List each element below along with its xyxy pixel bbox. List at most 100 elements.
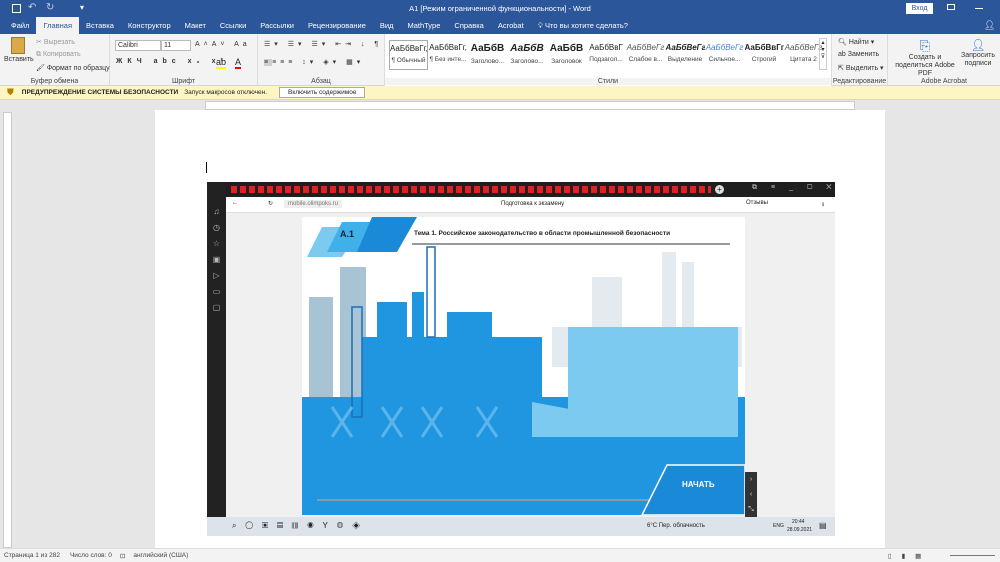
view-buttons[interactable]: ▯▮▦	[888, 552, 931, 560]
word-count[interactable]: Число слов: 0	[70, 552, 112, 559]
tab-design[interactable]: Конструктор	[121, 17, 178, 34]
style-item[interactable]: АаБбВвГг, ¶ Без инте...	[429, 40, 468, 70]
ribbon-display-icon[interactable]	[947, 4, 955, 10]
panel-icon[interactable]: ▢	[207, 300, 226, 316]
input-language[interactable]: ENG	[773, 523, 784, 529]
download-icon[interactable]: ⭳	[822, 200, 824, 210]
style-sample: АаБбВвГг,	[429, 43, 467, 52]
tab-review[interactable]: Рецензирование	[301, 17, 373, 34]
tab-help[interactable]: Справка	[447, 17, 490, 34]
style-sample: АаБбВвГ	[589, 43, 623, 52]
style-item[interactable]: АаБбВ Заголово...	[508, 40, 547, 70]
styles-scroll[interactable]: ▴ ▾ ⊽	[819, 38, 827, 70]
horizontal-ruler[interactable]	[205, 101, 855, 110]
tab-layout[interactable]: Макет	[178, 17, 213, 34]
style-item[interactable]: АаБбВ Заголово...	[468, 40, 507, 70]
language-indicator[interactable]: английский (США)	[133, 552, 188, 559]
style-name: Заголово...	[510, 58, 544, 65]
style-name: Заголово...	[470, 58, 505, 65]
copy-button[interactable]: ⧉ Копировать	[36, 51, 81, 59]
signature-icon: 👤︎	[970, 38, 986, 52]
tv-icon[interactable]: ▭	[207, 284, 226, 300]
cut-button[interactable]: ✂ Вырезать	[36, 38, 75, 46]
page-title: Подготовка к экзамену	[501, 201, 565, 207]
enable-content-button[interactable]: Включить содержимое	[279, 87, 366, 98]
vertical-ruler[interactable]	[3, 112, 12, 548]
paste-button[interactable]: Вставить	[4, 37, 34, 63]
proofing-icon[interactable]: ⊡	[120, 552, 125, 560]
taskbar: ⌕◯▣▤▥◉Y◍◈ 6°C Пер. облачность ENG 20:44 …	[207, 517, 835, 536]
style-item[interactable]: АаБбВ Заголовок	[547, 40, 586, 70]
style-item[interactable]: АаБбВеГг Цитата 2	[784, 40, 823, 70]
font-name-select[interactable]: Calibri	[115, 40, 161, 51]
back-icon[interactable]: ←	[232, 200, 238, 206]
style-item[interactable]: АаБбВеГг Выделение	[666, 40, 705, 70]
style-sample: АаБбВеГг	[665, 43, 705, 52]
bell-icon[interactable]: ♫	[207, 204, 226, 220]
tab-references[interactable]: Ссылки	[213, 17, 253, 34]
style-sample: АаБбВ	[470, 43, 505, 54]
slide-nav[interactable]: › ‹ ⤡	[745, 472, 757, 517]
find-button[interactable]: 🔍︎ Найти ▾	[838, 38, 874, 46]
star-icon[interactable]: ☆	[207, 236, 226, 252]
style-sample: АаБбВ	[510, 43, 544, 54]
tab-insert[interactable]: Вставка	[79, 17, 121, 34]
tell-me-search[interactable]: 💡︎ Что вы хотите сделать?	[531, 17, 635, 34]
tab-file[interactable]: Файл	[4, 17, 36, 34]
weather[interactable]: 6°C Пер. облачность	[647, 523, 705, 529]
zoom-slider[interactable]	[950, 555, 995, 556]
collections-icon[interactable]: ▣	[207, 252, 226, 268]
style-item[interactable]: АаБбВеГг Слабое в...	[626, 40, 665, 70]
font-group: Calibri 11 A˄A˅ Aa ЖКЧ abc x₂ x² A ab Шр…	[110, 34, 258, 86]
style-name: Подзагол...	[589, 56, 623, 63]
minimize-icon[interactable]	[975, 8, 983, 9]
embedded-screenshot: + ⧉≡_▢✕ ♫◷☆▣▷▭▢ ← ↻ mobile.olimpoks.ru П…	[207, 182, 835, 536]
font-size-select[interactable]: 11	[161, 40, 191, 51]
style-item[interactable]: АаБбВвГ Подзагол...	[587, 40, 626, 70]
font-size-buttons[interactable]: A˄A˅ Aa	[195, 41, 251, 48]
reload-icon[interactable]: ↻	[268, 200, 273, 207]
style-item[interactable]: АаБбВеГг Сильное...	[705, 40, 744, 70]
slide: А.1 Тема 1. Российское законодательство …	[302, 217, 745, 515]
style-item[interactable]: АаБбВвГг, ¶ Обычный	[389, 40, 428, 70]
format-buttons[interactable]: ЖКЧ abc x₂ x²	[116, 58, 228, 65]
reviews-button[interactable]: Отзывы	[746, 200, 768, 206]
sign-in-button[interactable]: Вход	[906, 3, 933, 14]
style-name: Слабое в...	[628, 56, 663, 63]
tab-home[interactable]: Главная	[36, 17, 79, 34]
align-buttons[interactable]: ≡≡≡≡ ↕▾ ◈▾ ▦▾	[264, 58, 364, 66]
window-controls[interactable]: ⧉≡_▢✕	[752, 184, 835, 192]
browser-addressbar: ← ↻ mobile.olimpoks.ru Подготовка к экза…	[226, 197, 835, 213]
font-color-icon[interactable]: A	[235, 57, 242, 69]
style-item[interactable]: АаБбВвГг, Строгий	[745, 40, 784, 70]
format-painter-button[interactable]: 🖌︎ Формат по образцу	[36, 64, 110, 72]
highlight-icon[interactable]: ab	[216, 57, 227, 69]
tab-icons	[231, 186, 711, 193]
select-button[interactable]: ⇱ Выделить ▾	[838, 64, 884, 72]
title-bar: ↶ ↻ ▾ А1 [Режим ограниченной функциональ…	[0, 0, 1000, 17]
create-pdf-button[interactable]: ⎘ Создать и поделиться Adobe PDF	[892, 38, 958, 78]
ribbon-tabs: Файл Главная Вставка Конструктор Макет С…	[0, 17, 1000, 34]
notification-icon[interactable]: ▤	[819, 521, 827, 530]
url-field[interactable]: mobile.olimpoks.ru	[284, 200, 343, 208]
share-icon[interactable]: 👤︎	[984, 20, 995, 31]
style-name: Строгий	[751, 56, 777, 63]
page-count[interactable]: Страница 1 из 282	[4, 552, 60, 559]
play-icon[interactable]: ▷	[207, 268, 226, 284]
tab-view[interactable]: Вид	[373, 17, 401, 34]
taskbar-apps[interactable]: ⌕◯▣▤▥◉Y◍◈	[232, 521, 369, 531]
tab-mailings[interactable]: Рассылки	[253, 17, 301, 34]
acrobat-group: ⎘ Создать и поделиться Adobe PDF 👤︎ Запр…	[888, 34, 1000, 86]
tab-acrobat[interactable]: Acrobat	[491, 17, 531, 34]
start-button[interactable]: НАЧАТЬ	[682, 480, 715, 489]
tab-mathtype[interactable]: MathType	[400, 17, 447, 34]
shield-warning-icon: ⛊	[7, 87, 14, 97]
request-signatures-button[interactable]: 👤︎ Запросить подписи	[958, 38, 998, 68]
list-buttons[interactable]: ☰▾ ☰▾ ☰▾ ⇤⇥ ↓ ¶	[264, 40, 382, 48]
lightbulb-icon: 💡︎	[537, 21, 546, 30]
style-sample: АаБбВеГг	[626, 43, 665, 52]
styles-group: АаБбВвГг, ¶ Обычный АаБбВвГг, ¶ Без инте...…	[385, 34, 832, 86]
new-tab-icon[interactable]: +	[715, 185, 724, 194]
history-icon[interactable]: ◷	[207, 220, 226, 236]
replace-button[interactable]: ab Заменить	[838, 51, 879, 58]
